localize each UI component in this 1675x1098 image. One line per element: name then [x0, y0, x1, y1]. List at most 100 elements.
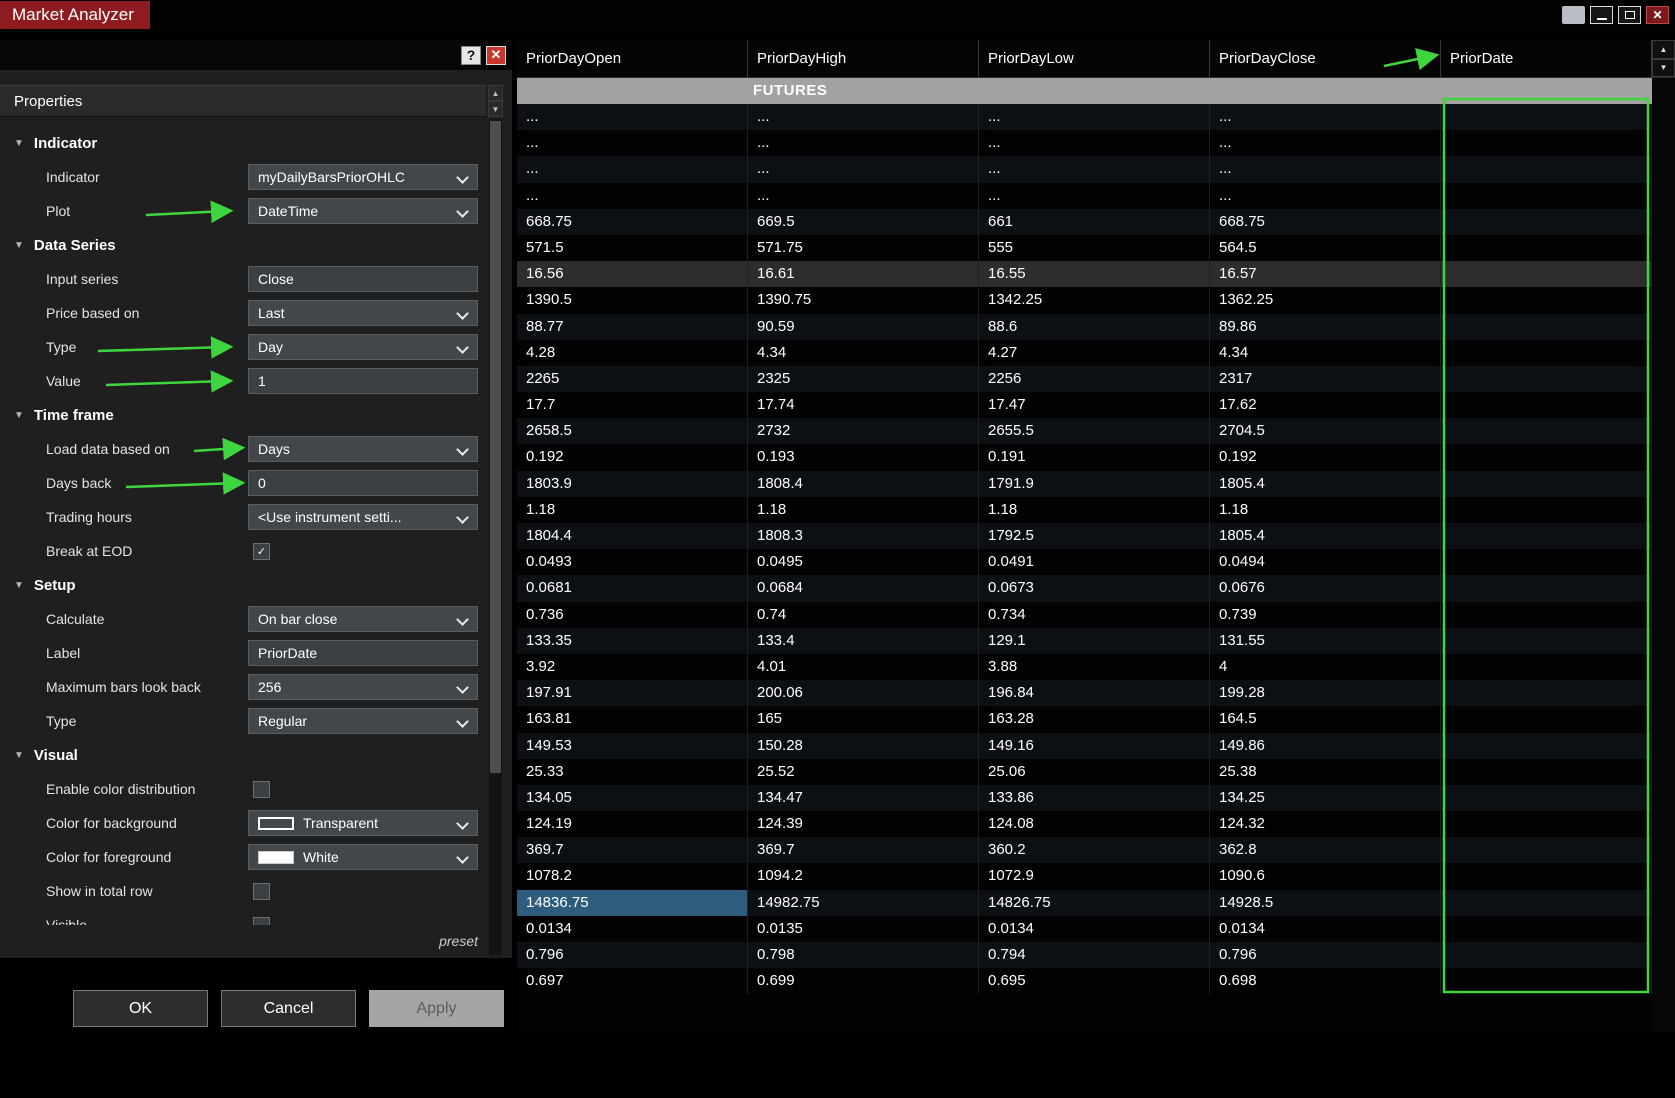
cell[interactable]: 17.7 — [517, 392, 748, 419]
cell[interactable] — [1441, 261, 1652, 288]
cell[interactable] — [1441, 680, 1652, 707]
table-scroll-track[interactable] — [1652, 78, 1675, 1032]
cell[interactable]: 124.32 — [1210, 811, 1441, 838]
cell[interactable]: ... — [979, 182, 1210, 209]
maximum-bars-look-back-dropdown[interactable]: 256 — [248, 674, 478, 700]
properties-scrollbar[interactable] — [489, 119, 502, 955]
cell[interactable] — [1441, 837, 1652, 864]
cell[interactable]: 16.55 — [979, 261, 1210, 288]
cell[interactable] — [1441, 575, 1652, 602]
minimize-button[interactable] — [1590, 6, 1613, 24]
section-time-frame[interactable]: ▼ Time frame — [0, 398, 486, 432]
cell[interactable]: 2256 — [979, 365, 1210, 393]
section-visual[interactable]: ▼ Visual — [0, 738, 486, 772]
cell[interactable] — [1441, 444, 1652, 471]
cell[interactable]: 16.57 — [1210, 261, 1441, 288]
calculate-dropdown[interactable]: On bar close — [248, 606, 478, 632]
value-input[interactable]: 1 — [248, 368, 478, 394]
cell[interactable]: 0.193 — [748, 444, 979, 471]
cell[interactable]: 88.77 — [517, 313, 748, 340]
cell[interactable]: 129.1 — [979, 627, 1210, 654]
cell[interactable]: 4 — [1210, 653, 1441, 681]
dialog-close-button[interactable]: ✕ — [486, 45, 506, 65]
cell[interactable]: 369.7 — [517, 837, 748, 864]
cell[interactable]: 0.699 — [748, 968, 979, 995]
cell[interactable]: 362.8 — [1210, 837, 1441, 864]
cell[interactable]: 0.0495 — [748, 549, 979, 576]
cell[interactable]: 2265 — [517, 365, 748, 393]
show-in-total-row-checkbox[interactable] — [253, 882, 270, 900]
cell[interactable]: 133.35 — [517, 627, 748, 654]
input-series-input[interactable]: Close — [248, 266, 478, 292]
cell[interactable] — [1441, 732, 1652, 759]
cell[interactable] — [1441, 392, 1652, 419]
cell[interactable]: 25.38 — [1210, 758, 1441, 785]
cell[interactable]: ... — [517, 182, 748, 209]
cell[interactable]: 0.0134 — [517, 915, 748, 942]
label-input[interactable]: PriorDate — [248, 640, 478, 666]
scroll-up-icon[interactable]: ▲ — [488, 85, 503, 101]
cell[interactable]: 0.794 — [979, 942, 1210, 969]
cell[interactable] — [1441, 523, 1652, 550]
trading-hours-dropdown[interactable]: <Use instrument setti... — [248, 504, 478, 530]
cell[interactable]: 0.0494 — [1210, 549, 1441, 576]
cell[interactable]: 4.34 — [748, 339, 979, 366]
cell[interactable]: 555 — [979, 234, 1210, 262]
cell[interactable]: 571.75 — [748, 234, 979, 262]
type-dropdown[interactable]: Day — [248, 334, 478, 360]
column-header-priordaylow[interactable]: PriorDayLow — [979, 40, 1210, 77]
cell[interactable]: 25.52 — [748, 758, 979, 785]
help-button[interactable]: ? — [461, 45, 481, 65]
cell[interactable]: 1072.9 — [979, 863, 1210, 890]
cell[interactable]: 163.28 — [979, 706, 1210, 733]
scroll-down-icon[interactable]: ▼ — [488, 101, 503, 117]
cell[interactable]: 14826.75 — [979, 889, 1210, 916]
cell[interactable] — [1441, 863, 1652, 890]
cell[interactable] — [1441, 313, 1652, 340]
cell[interactable]: ... — [517, 156, 748, 183]
cell[interactable] — [1441, 234, 1652, 262]
cell[interactable]: 3.88 — [979, 653, 1210, 681]
cell[interactable]: 4.01 — [748, 653, 979, 681]
color-for-background-dropdown[interactable]: Transparent — [248, 810, 478, 836]
cell[interactable] — [1441, 627, 1652, 654]
cell[interactable]: 14836.75 — [517, 889, 748, 916]
cell[interactable]: 1090.6 — [1210, 863, 1441, 890]
cell[interactable]: 89.86 — [1210, 313, 1441, 340]
cell[interactable]: 1805.4 — [1210, 470, 1441, 497]
maximize-button[interactable] — [1618, 6, 1641, 24]
cell[interactable]: 0.734 — [979, 601, 1210, 628]
days-back-input[interactable]: 0 — [248, 470, 478, 496]
cell[interactable]: 0.798 — [748, 942, 979, 969]
cell[interactable] — [1441, 156, 1652, 183]
cell[interactable]: 16.56 — [517, 261, 748, 288]
cell[interactable]: 150.28 — [748, 732, 979, 759]
cell[interactable] — [1441, 915, 1652, 942]
cell[interactable]: 1390.5 — [517, 287, 748, 314]
cell[interactable]: ... — [979, 156, 1210, 183]
cell[interactable]: 197.91 — [517, 680, 748, 707]
price-based-on-dropdown[interactable]: Last — [248, 300, 478, 326]
cell[interactable]: 0.192 — [1210, 444, 1441, 471]
cell[interactable]: 1094.2 — [748, 863, 979, 890]
section-indicator[interactable]: ▼ Indicator — [0, 126, 486, 160]
break-at-eod-checkbox[interactable]: ✓ — [253, 542, 270, 560]
cell[interactable]: ... — [517, 104, 748, 131]
cell[interactable]: ... — [748, 182, 979, 209]
cell[interactable]: 1791.9 — [979, 470, 1210, 497]
cell[interactable]: 17.74 — [748, 392, 979, 419]
column-header-priordayopen[interactable]: PriorDayOpen — [517, 40, 748, 77]
cell[interactable]: 668.75 — [517, 208, 748, 235]
cell[interactable]: ... — [748, 104, 979, 131]
indicator-dropdown[interactable]: myDailyBarsPriorOHLC — [248, 164, 478, 190]
cell[interactable]: 1803.9 — [517, 470, 748, 497]
cell[interactable] — [1441, 549, 1652, 576]
cell[interactable] — [1441, 470, 1652, 497]
cell[interactable]: 1804.4 — [517, 523, 748, 550]
cell[interactable]: 668.75 — [1210, 208, 1441, 235]
cell[interactable] — [1441, 889, 1652, 916]
cell[interactable]: ... — [1210, 182, 1441, 209]
cell[interactable] — [1441, 339, 1652, 366]
cell[interactable]: 0.192 — [517, 444, 748, 471]
cell[interactable]: 25.33 — [517, 758, 748, 785]
